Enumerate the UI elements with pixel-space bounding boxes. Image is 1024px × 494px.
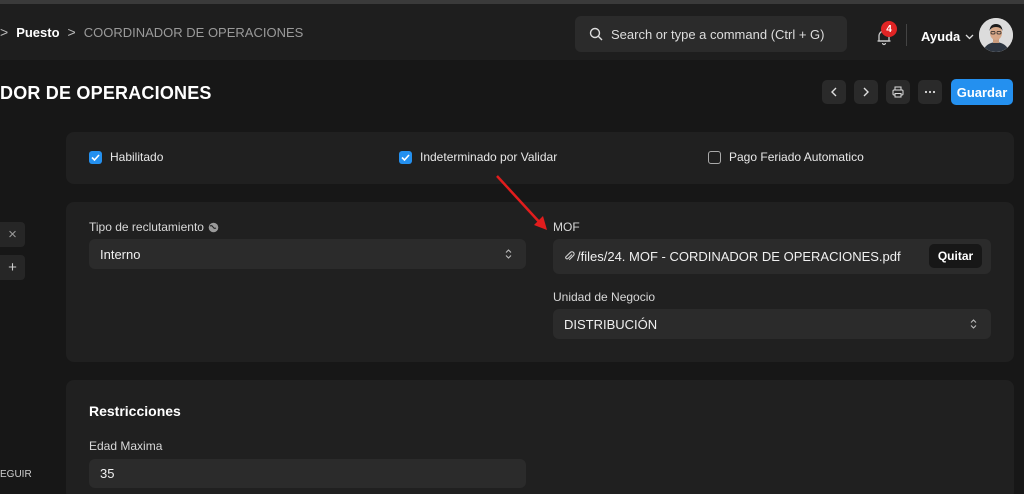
search-icon	[589, 27, 603, 41]
checkbox-checked-icon[interactable]	[399, 150, 412, 164]
checkbox-label: Indeterminado por Validar	[420, 150, 558, 164]
sidebar-remove-button[interactable]: ×	[0, 222, 25, 247]
remove-attachment-button[interactable]: Quitar	[929, 244, 982, 268]
mof-attachment-field[interactable]: /files/24. MOF - CORDINADOR DE OPERACION…	[553, 239, 991, 274]
globe-icon	[208, 222, 219, 232]
printer-icon	[892, 86, 904, 98]
select-chevrons-icon	[505, 249, 512, 259]
prev-record-button[interactable]	[822, 80, 846, 104]
close-icon: ×	[8, 226, 17, 243]
checkbox-indeterminado[interactable]: Indeterminado por Validar	[399, 150, 557, 164]
plus-icon: +	[8, 259, 17, 276]
page-title: DOR DE OPERACIONES	[0, 83, 212, 103]
chevron-right-icon	[863, 87, 869, 97]
checkbox-unchecked-icon[interactable]	[708, 150, 721, 164]
tipo-reclutamiento-value: Interno	[100, 246, 141, 262]
print-button[interactable]	[886, 80, 910, 104]
help-dropdown[interactable]: Ayuda	[921, 29, 974, 44]
unidad-negocio-value: DISTRIBUCIÓN	[564, 316, 658, 332]
checkbox-label: Habilitado	[110, 150, 164, 164]
user-avatar[interactable]	[979, 18, 1013, 52]
sidebar-add-button[interactable]: +	[0, 255, 25, 280]
notification-count-badge: 4	[881, 21, 897, 37]
top-navbar: > Puesto > COORDINADOR DE OPERACIONES Se…	[0, 0, 1024, 60]
select-chevrons-icon	[970, 319, 977, 329]
checkbox-habilitado[interactable]: Habilitado	[89, 150, 163, 164]
edad-maxima-value: 35	[100, 466, 115, 481]
edad-maxima-label: Edad Maxima	[89, 439, 163, 453]
help-label: Ayuda	[921, 29, 961, 44]
breadcrumb-separator: >	[67, 24, 76, 40]
checkbox-label: Pago Feriado Automatico	[729, 150, 864, 164]
checkbox-checked-icon[interactable]	[89, 150, 102, 164]
breadcrumb: > Puesto > COORDINADOR DE OPERACIONES	[0, 24, 303, 40]
restricciones-title: Restricciones	[89, 403, 181, 419]
edad-maxima-input[interactable]: 35	[89, 459, 526, 488]
unidad-negocio-label: Unidad de Negocio	[553, 290, 656, 304]
sidebar-follow-label[interactable]: EGUIR	[0, 469, 32, 480]
more-actions-button[interactable]	[918, 80, 942, 104]
search-input[interactable]: Search or type a command (Ctrl + G)	[575, 16, 847, 52]
tipo-reclutamiento-select[interactable]: Interno	[89, 239, 526, 269]
breadcrumb-current[interactable]: COORDINADOR DE OPERACIONES	[84, 25, 304, 40]
chevron-down-icon	[965, 34, 974, 39]
breadcrumb-separator: >	[0, 24, 9, 40]
next-record-button[interactable]	[854, 80, 878, 104]
search-placeholder: Search or type a command (Ctrl + G)	[611, 26, 825, 42]
checkbox-pago-feriado[interactable]: Pago Feriado Automatico	[708, 150, 864, 164]
ellipsis-icon	[924, 90, 936, 94]
tipo-reclutamiento-label: Tipo de reclutamiento	[89, 220, 219, 234]
paperclip-icon	[565, 251, 575, 261]
mof-file-link[interactable]: /files/24. MOF - CORDINADOR DE OPERACION…	[577, 249, 901, 264]
divider	[906, 24, 907, 46]
breadcrumb-puesto[interactable]: Puesto	[16, 25, 59, 40]
unidad-negocio-select[interactable]: DISTRIBUCIÓN	[553, 309, 991, 339]
user-avatar-image	[979, 18, 1013, 52]
chevron-left-icon	[831, 87, 837, 97]
annotation-arrow-icon	[496, 175, 547, 230]
tipo-reclutamiento-label-text: Tipo de reclutamiento	[89, 220, 204, 234]
save-button[interactable]: Guardar	[951, 79, 1013, 105]
